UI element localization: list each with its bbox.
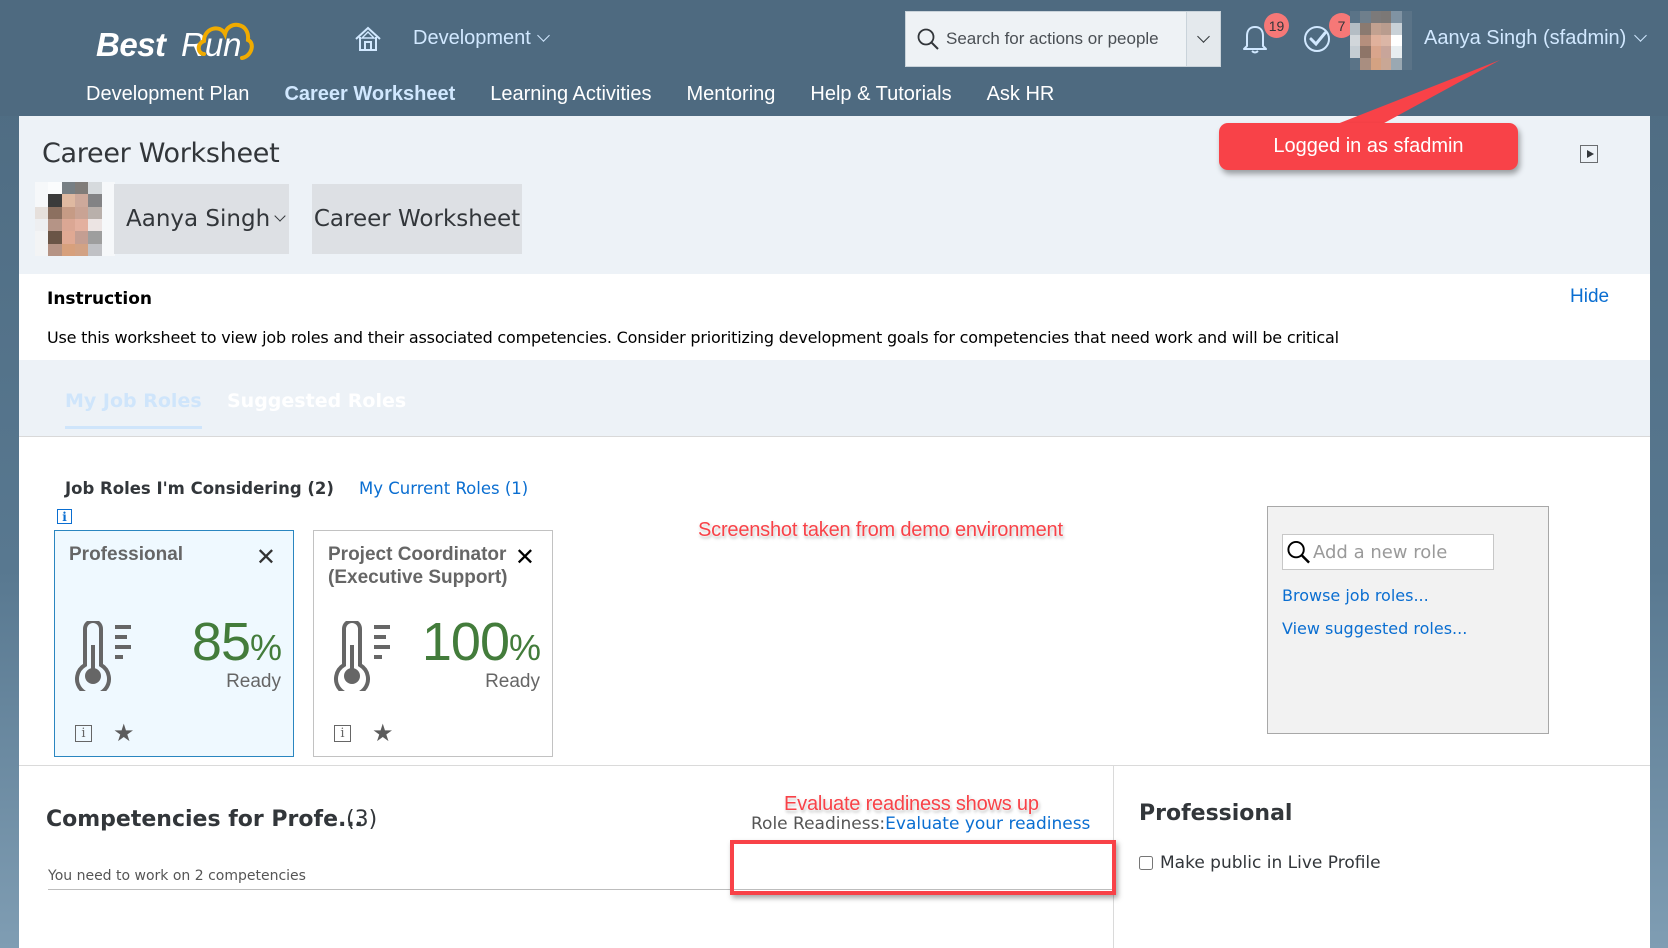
make-public-option[interactable]: Make public in Live Profile	[1139, 853, 1381, 873]
info-icon[interactable]: i	[57, 509, 72, 524]
notifications-button[interactable]: 19	[1240, 13, 1289, 58]
tab-my-job-roles[interactable]: My Job Roles	[65, 390, 202, 429]
readiness-value: 100	[421, 612, 510, 672]
add-role-panel: Browse job roles... View suggested roles…	[1267, 506, 1549, 734]
hide-instruction-link[interactable]: Hide	[1570, 286, 1609, 308]
home-icon[interactable]	[354, 26, 382, 52]
role-card-title: Project Coordinator (Executive Support)	[328, 544, 508, 588]
role-tabs: My Job Roles Suggested Roles	[19, 360, 1650, 436]
readiness-unit: %	[508, 627, 541, 668]
role-card-professional[interactable]: Professional ✕ 85% Ready i ★	[54, 530, 294, 757]
career-worksheet-button[interactable]: Career Worksheet	[312, 184, 522, 254]
remove-role-button[interactable]: ✕	[515, 543, 535, 571]
tasks-button[interactable]: 7	[1302, 13, 1354, 58]
shell-header: Best Run Development 19	[0, 0, 1668, 116]
employee-avatar	[35, 182, 115, 256]
competencies-count: (3)	[346, 807, 378, 832]
competencies-divider	[48, 889, 1116, 890]
tab-suggested-roles[interactable]: Suggested Roles	[227, 390, 406, 426]
chevron-down-icon	[1634, 29, 1648, 42]
nav-development-plan[interactable]: Development Plan	[86, 83, 249, 106]
chevron-down-icon	[1197, 29, 1210, 43]
readiness-percent: 100%	[421, 611, 541, 673]
section-divider	[19, 765, 1650, 766]
thermometer-icon	[75, 621, 131, 691]
sub-navigation: Development Plan Career Worksheet Learni…	[86, 83, 1089, 106]
role-readiness: Role Readiness:Evaluate your readiness	[751, 814, 1090, 834]
module-label: Development	[413, 27, 531, 49]
chevron-down-icon	[274, 210, 286, 222]
competencies-title: Competencies for Profe...	[46, 807, 364, 832]
employee-selector[interactable]: Aanya Singh	[114, 184, 289, 254]
user-menu[interactable]: Aanya Singh (sfadmin)	[1424, 27, 1648, 50]
star-icon[interactable]: ★	[372, 719, 394, 747]
evaluate-readiness-link[interactable]: Evaluate your readiness	[885, 814, 1090, 834]
search-input[interactable]	[946, 29, 1186, 49]
readiness-status: Ready	[485, 671, 540, 692]
instruction-title: Instruction	[47, 289, 152, 309]
role-card-title: Professional	[69, 544, 184, 565]
user-avatar[interactable]	[1350, 11, 1412, 70]
thermometer-icon	[334, 621, 390, 691]
make-public-checkbox[interactable]	[1139, 856, 1153, 870]
demo-environment-note: Screenshot taken from demo environment	[698, 519, 1063, 541]
notifications-badge: 19	[1264, 13, 1289, 38]
side-panel-title: Professional	[1139, 801, 1293, 826]
logo-text-bold: Best	[96, 26, 166, 63]
nav-mentoring[interactable]: Mentoring	[686, 83, 775, 106]
search-scope-dropdown[interactable]	[1186, 12, 1220, 66]
nav-help-tutorials[interactable]: Help & Tutorials	[810, 83, 951, 106]
instruction-section: Instruction Hide Use this worksheet to v…	[19, 274, 1650, 360]
readiness-status: Ready	[226, 671, 281, 692]
competencies-summary: You need to work on 2 competencies	[48, 868, 306, 884]
browse-job-roles-link[interactable]: Browse job roles...	[1282, 586, 1429, 605]
user-name-label: Aanya Singh (sfadmin)	[1424, 27, 1627, 49]
readiness-value: 85	[191, 612, 251, 672]
add-role-input[interactable]	[1313, 541, 1493, 563]
module-selector[interactable]: Development	[413, 27, 550, 50]
global-search	[905, 11, 1221, 67]
page-title: Career Worksheet	[42, 138, 280, 169]
column-divider	[1113, 765, 1114, 948]
nav-career-worksheet[interactable]: Career Worksheet	[284, 83, 455, 106]
role-info-icon[interactable]: i	[334, 725, 351, 742]
play-tutorial-button[interactable]	[1580, 145, 1598, 163]
search-icon	[917, 28, 939, 50]
role-readiness-label: Role Readiness:	[751, 814, 886, 834]
instruction-text: Use this worksheet to view job roles and…	[47, 328, 1339, 347]
search-field	[906, 12, 1186, 66]
cloud-icon	[196, 23, 254, 60]
subtab-current-roles[interactable]: My Current Roles (1)	[359, 479, 528, 498]
star-icon[interactable]: ★	[113, 719, 135, 747]
readiness-percent: 85%	[191, 611, 282, 673]
readiness-unit: %	[249, 627, 282, 668]
role-info-icon[interactable]: i	[75, 725, 92, 742]
subtab-roles-considering[interactable]: Job Roles I'm Considering (2)	[65, 479, 334, 498]
chevron-down-icon	[536, 29, 550, 42]
remove-role-button[interactable]: ✕	[256, 543, 276, 571]
nav-learning-activities[interactable]: Learning Activities	[490, 83, 651, 106]
employee-name: Aanya Singh	[126, 206, 271, 232]
view-suggested-roles-link[interactable]: View suggested roles...	[1282, 619, 1467, 638]
search-icon	[1287, 540, 1310, 564]
logged-in-callout: Logged in as sfadmin	[1219, 123, 1518, 170]
role-card-project-coordinator[interactable]: Project Coordinator (Executive Support) …	[313, 530, 553, 757]
tabs-divider	[19, 436, 1650, 437]
make-public-label: Make public in Live Profile	[1160, 853, 1381, 873]
evaluate-readiness-note: Evaluate readiness shows up	[784, 793, 1039, 815]
nav-ask-hr[interactable]: Ask HR	[987, 83, 1055, 106]
add-role-field	[1282, 534, 1494, 570]
